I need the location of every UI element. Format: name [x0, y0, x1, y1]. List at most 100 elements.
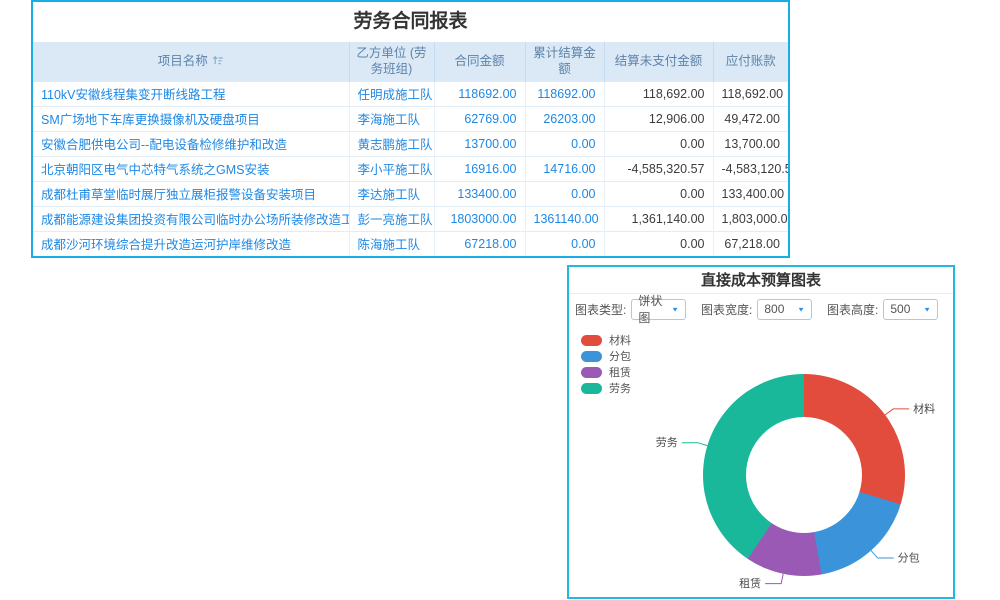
legend-swatch-icon: [581, 367, 602, 378]
cell-payable: 13,700.00: [713, 131, 788, 156]
legend-item[interactable]: 材料: [581, 332, 631, 348]
cell-unpaid-amount: 1,361,140.00: [604, 206, 713, 231]
chart-type-value: 饼状图: [638, 292, 671, 326]
legend-label: 劳务: [609, 380, 631, 396]
callout-line: [682, 443, 708, 446]
cell-unpaid-amount: 12,906.00: [604, 106, 713, 131]
chevron-down-icon: ▼: [797, 305, 805, 312]
chart-type-select[interactable]: 饼状图 ▼: [631, 299, 686, 320]
cell-project-name: 成都能源建设集团投资有限公司临时办公场所装修改造工程EPC: [33, 206, 349, 231]
cell-project-name: 安徽合肥供电公司--配电设备检修维护和改造: [33, 131, 349, 156]
table-row: 安徽合肥供电公司--配电设备检修维护和改造黄志鹏施工队13700.000.000…: [33, 131, 788, 156]
legend-item[interactable]: 租赁: [581, 364, 631, 380]
cell-contract-amount: 67218.00: [434, 231, 525, 256]
table-row: 成都杜甫草堂临时展厅独立展柜报警设备安装项目李达施工队133400.000.00…: [33, 181, 788, 206]
cell-settled-amount: 0.00: [525, 131, 604, 156]
cell-unpaid-amount: 0.00: [604, 231, 713, 256]
cell-contractor: 陈海施工队: [349, 231, 434, 256]
cell-contractor: 任明成施工队: [349, 81, 434, 106]
cell-unpaid-amount: -4,585,320.57: [604, 156, 713, 181]
chevron-down-icon: ▼: [923, 305, 931, 312]
cell-payable: 1,803,000.00: [713, 206, 788, 231]
cell-project-name: 110kV安徽线程集变开断线路工程: [33, 81, 349, 106]
callout-line: [885, 409, 909, 415]
cell-unpaid-amount: 0.00: [604, 181, 713, 206]
legend-swatch-icon: [581, 383, 602, 394]
cell-contract-amount: 1803000.00: [434, 206, 525, 231]
cell-settled-amount: 0.00: [525, 231, 604, 256]
cell-payable: -4,583,120.57: [713, 156, 788, 181]
chart-width-value: 800: [764, 302, 784, 316]
chart-width-label: 图表宽度:: [701, 301, 752, 318]
chart-height-label: 图表高度:: [827, 301, 878, 318]
report-title: 劳务合同报表: [33, 2, 788, 42]
chart-type-label: 图表类型:: [575, 301, 626, 318]
cell-payable: 133,400.00: [713, 181, 788, 206]
cell-unpaid-amount: 0.00: [604, 131, 713, 156]
table-body: 110kV安徽线程集变开断线路工程任明成施工队118692.00118692.0…: [33, 81, 788, 256]
cell-settled-amount: 0.00: [525, 181, 604, 206]
slice-label: 材料: [913, 401, 935, 415]
chart-title: 直接成本预算图表: [569, 267, 953, 294]
cell-project-name: 成都沙河环境综合提升改造运河护岸维修改造: [33, 231, 349, 256]
cell-project-name: SM广场地下车库更换摄像机及硬盘项目: [33, 106, 349, 131]
chart-legend: 材料分包租赁劳务: [581, 332, 631, 396]
header-settled-amount: 累计结算金额: [525, 42, 604, 81]
cell-unpaid-amount: 118,692.00: [604, 81, 713, 106]
cell-settled-amount: 26203.00: [525, 106, 604, 131]
table-row: 北京朝阳区电气中芯特气系统之GMS安装李小平施工队16916.0014716.0…: [33, 156, 788, 181]
legend-swatch-icon: [581, 335, 602, 346]
header-contract-amount: 合同金额: [434, 42, 525, 81]
labor-contract-report-card: 劳务合同报表 项目名称 乙方单位 (劳务班组) 合同金额 累计结算金额 结算未支…: [31, 0, 790, 258]
sort-icon[interactable]: [212, 54, 224, 70]
slice-label: 租赁: [739, 576, 761, 590]
cell-contractor: 李小平施工队: [349, 156, 434, 181]
donut-hole: [746, 417, 862, 533]
table-row: SM广场地下车库更换摄像机及硬盘项目李海施工队62769.0026203.001…: [33, 106, 788, 131]
header-payable: 应付账款: [713, 42, 788, 81]
cell-contractor: 李达施工队: [349, 181, 434, 206]
cell-contract-amount: 118692.00: [434, 81, 525, 106]
legend-label: 分包: [609, 348, 631, 364]
cell-contract-amount: 133400.00: [434, 181, 525, 206]
cell-settled-amount: 1361140.00: [525, 206, 604, 231]
cell-contractor: 黄志鹏施工队: [349, 131, 434, 156]
header-unpaid-amount: 结算未支付金额: [604, 42, 713, 81]
slice-label: 劳务: [656, 436, 678, 449]
header-project-name[interactable]: 项目名称: [33, 42, 349, 81]
table-row: 成都能源建设集团投资有限公司临时办公场所装修改造工程EPC彭一亮施工队18030…: [33, 206, 788, 231]
table-row: 110kV安徽线程集变开断线路工程任明成施工队118692.00118692.0…: [33, 81, 788, 106]
callout-line: [871, 551, 894, 558]
chevron-down-icon: ▼: [671, 305, 679, 312]
cell-contract-amount: 62769.00: [434, 106, 525, 131]
chart-width-select[interactable]: 800 ▼: [757, 299, 812, 320]
cell-project-name: 成都杜甫草堂临时展厅独立展柜报警设备安装项目: [33, 181, 349, 206]
chart-height-value: 500: [890, 302, 910, 316]
cell-contract-amount: 13700.00: [434, 131, 525, 156]
legend-item[interactable]: 劳务: [581, 380, 631, 396]
legend-label: 材料: [609, 332, 631, 348]
legend-label: 租赁: [609, 364, 631, 380]
labor-contract-table: 项目名称 乙方单位 (劳务班组) 合同金额 累计结算金额 结算未支付金额 应付账…: [33, 42, 788, 256]
cell-contractor: 李海施工队: [349, 106, 434, 131]
header-project-name-label: 项目名称: [158, 54, 208, 68]
callout-line: [765, 574, 783, 584]
cell-project-name: 北京朝阳区电气中芯特气系统之GMS安装: [33, 156, 349, 181]
table-header-row: 项目名称 乙方单位 (劳务班组) 合同金额 累计结算金额 结算未支付金额 应付账…: [33, 42, 788, 81]
header-contractor: 乙方单位 (劳务班组): [349, 42, 434, 81]
legend-swatch-icon: [581, 351, 602, 362]
chart-controls: 图表类型: 饼状图 ▼ 图表宽度: 800 ▼ 图表高度: 500 ▼: [569, 294, 953, 324]
cell-payable: 118,692.00: [713, 81, 788, 106]
page: 劳务合同报表 项目名称 乙方单位 (劳务班组) 合同金额 累计结算金额 结算未支…: [0, 0, 1000, 600]
donut-chart: 材料分包租赁劳务 材料分包租赁劳务: [569, 324, 953, 598]
cell-settled-amount: 118692.00: [525, 81, 604, 106]
budget-chart-card: 直接成本预算图表 图表类型: 饼状图 ▼ 图表宽度: 800 ▼ 图表高度: 5…: [567, 265, 955, 599]
cell-contractor: 彭一亮施工队: [349, 206, 434, 231]
legend-item[interactable]: 分包: [581, 348, 631, 364]
cell-payable: 49,472.00: [713, 106, 788, 131]
cell-payable: 67,218.00: [713, 231, 788, 256]
chart-height-select[interactable]: 500 ▼: [883, 299, 938, 320]
cell-settled-amount: 14716.00: [525, 156, 604, 181]
table-row: 成都沙河环境综合提升改造运河护岸维修改造陈海施工队67218.000.000.0…: [33, 231, 788, 256]
slice-label: 分包: [898, 552, 920, 565]
